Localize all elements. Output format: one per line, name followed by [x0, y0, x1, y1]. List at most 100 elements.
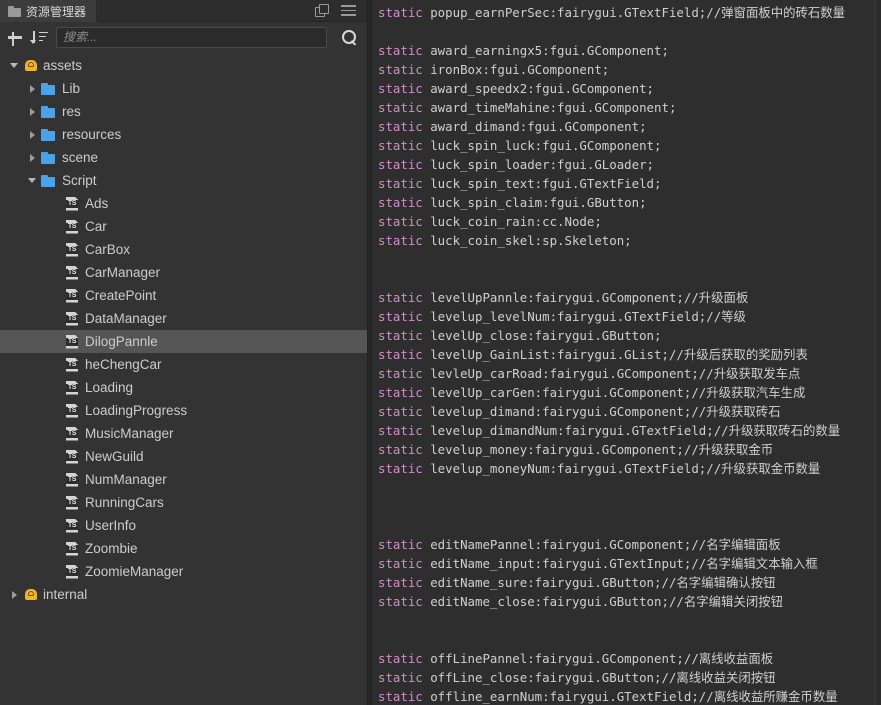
code-line: static editName_close:fairygui.GButton;/…	[378, 592, 881, 611]
code-line: static editName_sure:fairygui.GButton;//…	[378, 573, 881, 592]
tree-item[interactable]: TS DataManager	[0, 307, 367, 330]
typescript-file-icon: TS	[65, 541, 80, 557]
keyword-token: static	[378, 366, 423, 381]
keyword-token: static	[378, 5, 423, 20]
asset-tree[interactable]: assets Lib res resources scene Script TS Ads TS C…	[0, 52, 367, 705]
code-editor[interactable]: static popup_earnPerSec:fairygui.GTextFi…	[372, 0, 881, 705]
code-line: static luck_coin_rain:cc.Node;	[378, 212, 881, 231]
tree-item-label: internal	[43, 587, 88, 602]
comment-token: //升级面板	[683, 290, 749, 305]
tree-item[interactable]: TS DilogPannle	[0, 330, 367, 353]
code-token: luck_coin_skel:sp.Skeleton;	[422, 233, 632, 248]
code-token: levelUp_GainList:fairygui.GList;	[422, 347, 669, 362]
comment-token: //升级获取金币	[683, 442, 774, 457]
keyword-token: static	[378, 556, 423, 571]
tree-item[interactable]: TS LoadingProgress	[0, 399, 367, 422]
tab-resource-manager[interactable]: 资源管理器	[0, 0, 98, 22]
tree-item[interactable]: resources	[0, 123, 367, 146]
asset-explorer-panel: 资源管理器 assets Lib res resources scene Script TS…	[0, 0, 367, 705]
chevron-down-icon[interactable]	[28, 176, 38, 186]
folder-icon	[8, 5, 21, 17]
editor-scrollbar[interactable]	[875, 0, 881, 705]
tree-item[interactable]: TS RunningCars	[0, 491, 367, 514]
tree-item[interactable]: internal	[0, 583, 367, 606]
comment-token: //离线收益所赚金币数量	[698, 689, 838, 704]
tree-item[interactable]: TS Loading	[0, 376, 367, 399]
typescript-file-icon: TS	[65, 265, 80, 281]
search-box[interactable]	[56, 26, 327, 48]
tree-item[interactable]: Script	[0, 169, 367, 192]
tree-item[interactable]: TS CreatePoint	[0, 284, 367, 307]
tree-item-label: DataManager	[85, 311, 167, 326]
typescript-file-icon: TS	[65, 564, 80, 580]
comment-token: //离线收益关闭按钮	[661, 670, 776, 685]
code-line: static levelup_dimandNum:fairygui.GTextF…	[378, 421, 881, 440]
tree-item[interactable]: TS NewGuild	[0, 445, 367, 468]
database-icon	[23, 587, 38, 602]
code-token: levleUp_carRoad:fairygui.GComponent;	[422, 366, 699, 381]
code-token: award_speedx2:fgui.GComponent;	[422, 81, 655, 96]
tree-item[interactable]: TS CarManager	[0, 261, 367, 284]
chevron-right-icon[interactable]	[28, 107, 38, 117]
search-input[interactable]	[63, 30, 320, 44]
chevron-down-icon[interactable]	[10, 61, 20, 71]
hamburger-menu-icon[interactable]	[341, 5, 356, 16]
float-panel-icon[interactable]	[315, 4, 329, 17]
tab-bar-spacer	[97, 0, 315, 21]
comment-token: //名字编辑文本输入框	[691, 556, 818, 571]
tree-item[interactable]: TS Zoombie	[0, 537, 367, 560]
keyword-token: static	[378, 537, 423, 552]
keyword-token: static	[378, 404, 423, 419]
tree-item-label: CreatePoint	[85, 288, 157, 303]
typescript-file-icon: TS	[65, 472, 80, 488]
search-icon[interactable]	[340, 28, 359, 47]
tree-item-label: CarManager	[85, 265, 161, 280]
chevron-right-icon[interactable]	[28, 153, 38, 163]
code-line: static levelUp_carGen:fairygui.GComponen…	[378, 383, 881, 402]
tree-item-label: Zoombie	[85, 541, 138, 556]
tree-item-label: Ads	[85, 196, 109, 211]
code-line: static editName_input:fairygui.GTextInpu…	[378, 554, 881, 573]
chevron-right-icon[interactable]	[28, 84, 38, 94]
tree-item[interactable]: TS Ads	[0, 192, 367, 215]
tree-item[interactable]: TS CarBox	[0, 238, 367, 261]
code-token: luck_spin_claim:fgui.GButton;	[422, 195, 647, 210]
tree-item[interactable]: res	[0, 100, 367, 123]
tree-item[interactable]: scene	[0, 146, 367, 169]
tab-label: 资源管理器	[26, 4, 87, 19]
comment-token: //名字编辑确认按钮	[661, 575, 776, 590]
tree-item[interactable]: TS MusicManager	[0, 422, 367, 445]
tree-item[interactable]: assets	[0, 54, 367, 77]
tree-item[interactable]: Lib	[0, 77, 367, 100]
sort-icon[interactable]	[30, 28, 49, 46]
code-token: levelup_money:fairygui.GComponent;	[422, 442, 684, 457]
tree-item-label: ZoomieManager	[85, 564, 184, 579]
code-line: static offLinePannel:fairygui.GComponent…	[378, 649, 881, 668]
chevron-right-icon[interactable]	[28, 130, 38, 140]
code-token: levelUp_carGen:fairygui.GComponent;	[422, 385, 692, 400]
code-token: editName_sure:fairygui.GButton;	[422, 575, 662, 590]
typescript-file-icon: TS	[65, 495, 80, 511]
keyword-token: static	[378, 81, 423, 96]
tree-item-label: Lib	[62, 81, 81, 96]
code-line: static award_earningx5:fgui.GComponent;	[378, 41, 881, 60]
tree-item-label: LoadingProgress	[85, 403, 188, 418]
code-line: static award_timeMahine:fgui.GComponent;	[378, 98, 881, 117]
chevron-right-icon[interactable]	[10, 590, 20, 600]
tree-item[interactable]: TS heChengCar	[0, 353, 367, 376]
plus-icon[interactable]	[6, 28, 24, 46]
tree-item[interactable]: TS NumManager	[0, 468, 367, 491]
tree-item[interactable]: TS Car	[0, 215, 367, 238]
tree-item[interactable]: TS UserInfo	[0, 514, 367, 537]
comment-token: //名字编辑面板	[691, 537, 781, 552]
typescript-file-icon: TS	[65, 380, 80, 396]
tree-item[interactable]: TS ZoomieManager	[0, 560, 367, 583]
comment-token: //升级获取汽车生成	[691, 385, 806, 400]
